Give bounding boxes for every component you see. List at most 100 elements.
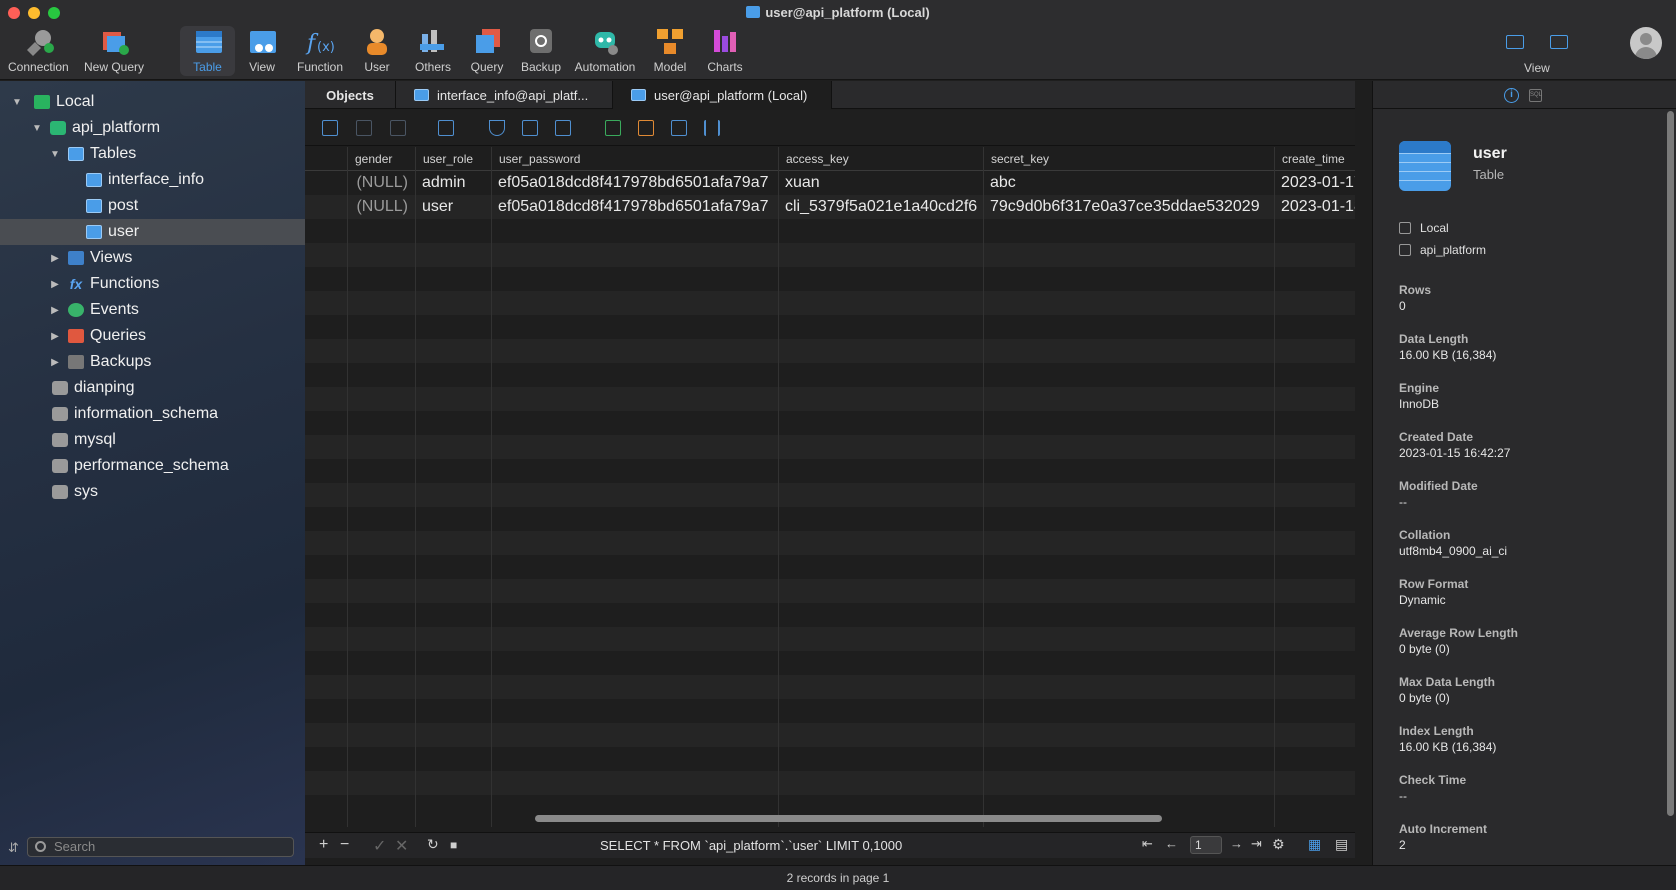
toolbar-charts-button[interactable]: Charts: [695, 26, 755, 76]
cell-user-role[interactable]: user: [415, 195, 491, 219]
toolbar-table-button[interactable]: Table: [180, 26, 235, 76]
table-row[interactable]: (NULL) admin ef05a018dcd8f417978bd6501af…: [305, 171, 1355, 195]
chevron-right-icon[interactable]: ▶: [50, 331, 60, 342]
tree-item-user[interactable]: user: [0, 219, 305, 245]
stop-icon[interactable]: ■: [450, 838, 457, 852]
column-header-gender[interactable]: gender: [347, 147, 415, 171]
column-header-user-role[interactable]: user_role: [415, 147, 491, 171]
refresh-icon[interactable]: ↻: [427, 836, 439, 853]
begin-transaction-icon[interactable]: [322, 120, 338, 136]
tree-item-dianping[interactable]: dianping: [0, 375, 305, 401]
tree-item-functions[interactable]: ▶ fx Functions: [0, 271, 305, 297]
sort-icon[interactable]: [522, 120, 538, 136]
tree-item-local[interactable]: ▼ Local: [0, 89, 305, 115]
chevron-right-icon[interactable]: ▶: [50, 305, 60, 316]
tree-item-tables[interactable]: ▼ Tables: [0, 141, 305, 167]
toolbar-backup-button[interactable]: Backup: [511, 26, 571, 76]
rollback-icon[interactable]: [390, 120, 406, 136]
toolbar-function-button[interactable]: f (x) Function: [290, 26, 350, 76]
chevron-right-icon[interactable]: ▶: [50, 279, 60, 290]
database-icon: [52, 433, 68, 447]
toolbar-user-button[interactable]: User: [347, 26, 407, 76]
info-connection: Local: [1399, 221, 1449, 235]
form-view-icon[interactable]: ▤: [1335, 836, 1348, 853]
tree-item-api-platform[interactable]: ▼ api_platform: [0, 115, 305, 141]
first-page-icon[interactable]: ⇤: [1142, 836, 1153, 852]
empty-grid-row: [305, 363, 1355, 387]
horizontal-scrollbar[interactable]: [535, 815, 1162, 822]
cell-gender[interactable]: (NULL): [347, 195, 415, 219]
prop-value: 0 byte (0): [1399, 642, 1450, 656]
toggle-left-pane-icon[interactable]: [1506, 35, 1524, 49]
tree-item-performance-schema[interactable]: performance_schema: [0, 453, 305, 479]
filter-icon[interactable]: [489, 120, 505, 136]
sidebar-search-input[interactable]: Search: [27, 837, 294, 857]
tree-item-information-schema[interactable]: information_schema: [0, 401, 305, 427]
sidebar-options-icon[interactable]: ⇵: [8, 840, 19, 856]
toolbar-automation-button[interactable]: Automation: [573, 26, 637, 76]
chevron-right-icon[interactable]: ▶: [50, 357, 60, 368]
text-view-icon[interactable]: [438, 120, 454, 136]
cell-user-password[interactable]: ef05a018dcd8f417978bd6501afa79a7: [491, 171, 778, 195]
tree-item-mysql[interactable]: mysql: [0, 427, 305, 453]
ddl-icon[interactable]: SQL: [1529, 89, 1542, 102]
column-header-secret-key[interactable]: secret_key: [983, 147, 1274, 171]
account-avatar[interactable]: [1630, 27, 1662, 59]
tree-item-sys[interactable]: sys: [0, 479, 305, 505]
column-header-user-password[interactable]: user_password: [491, 147, 778, 171]
discard-changes-button[interactable]: ✕: [395, 836, 408, 856]
tree-item-views[interactable]: ▶ Views: [0, 245, 305, 271]
last-page-icon[interactable]: ⇥: [1251, 836, 1262, 852]
tree-item-interface-info[interactable]: interface_info: [0, 167, 305, 193]
toggle-right-pane-icon[interactable]: [1550, 35, 1568, 49]
tab-user[interactable]: user@api_platform (Local): [613, 81, 832, 109]
cell-user-role[interactable]: admin: [415, 171, 491, 195]
table-row[interactable]: (NULL) user ef05a018dcd8f417978bd6501afa…: [305, 195, 1355, 219]
tree-item-post[interactable]: post: [0, 193, 305, 219]
next-page-icon[interactable]: →: [1230, 836, 1243, 851]
cell-user-password[interactable]: ef05a018dcd8f417978bd6501afa79a7: [491, 195, 778, 219]
toolbar-query-button[interactable]: Query: [457, 26, 517, 76]
column-header-create-time[interactable]: create_time: [1274, 147, 1355, 171]
cell-gender[interactable]: (NULL): [347, 171, 415, 195]
chevron-down-icon[interactable]: ▼: [50, 149, 60, 160]
settings-gear-icon[interactable]: ⚙: [1272, 836, 1285, 853]
chevron-down-icon[interactable]: ▼: [32, 123, 42, 134]
delete-record-button[interactable]: −: [340, 836, 349, 854]
toolbar-others-button[interactable]: Others: [403, 26, 463, 76]
chevron-right-icon[interactable]: ▶: [50, 253, 60, 264]
cell-secret-key[interactable]: 79c9d0b6f317e0a37ce35ddae532029: [983, 195, 1274, 219]
info-icon[interactable]: i: [1504, 88, 1519, 103]
prop-label: Auto Increment: [1399, 822, 1488, 836]
info-panel-scrollbar[interactable]: [1667, 111, 1674, 816]
add-record-button[interactable]: +: [319, 836, 328, 854]
previous-page-icon[interactable]: ←: [1165, 836, 1178, 851]
toolbar-view-button[interactable]: View: [232, 26, 292, 76]
toolbar-model-button[interactable]: Model: [640, 26, 700, 76]
tab-objects[interactable]: Objects: [305, 81, 396, 109]
cell-secret-key[interactable]: abc: [983, 171, 1274, 195]
cell-create-time[interactable]: 2023-01-17: [1274, 171, 1355, 195]
import-icon[interactable]: [605, 120, 621, 136]
cell-access-key[interactable]: cli_5379f5a021e1a40cd2f6: [778, 195, 983, 219]
chevron-down-icon[interactable]: ▼: [12, 97, 22, 108]
commit-icon[interactable]: [356, 120, 372, 136]
cell-create-time[interactable]: 2023-01-18: [1274, 195, 1355, 219]
export-icon[interactable]: [638, 120, 654, 136]
apply-changes-button[interactable]: ✓: [373, 836, 386, 856]
queries-icon: [68, 329, 84, 343]
cell-access-key[interactable]: xuan: [778, 171, 983, 195]
tab-interface-info[interactable]: interface_info@api_platf...: [396, 81, 613, 109]
columns-grid-icon[interactable]: [555, 120, 571, 136]
grid-view-icon[interactable]: ▦: [1308, 836, 1321, 853]
database-icon: [52, 407, 68, 421]
tree-item-backups[interactable]: ▶ Backups: [0, 349, 305, 375]
visualize-icon[interactable]: [704, 120, 720, 136]
tree-item-queries[interactable]: ▶ Queries: [0, 323, 305, 349]
column-header-access-key[interactable]: access_key: [778, 147, 983, 171]
toolbar-connection-button[interactable]: Connection: [8, 26, 69, 76]
data-generation-icon[interactable]: [671, 120, 687, 136]
page-number-input[interactable]: 1: [1190, 836, 1222, 854]
toolbar-new-query-button[interactable]: New Query: [82, 26, 146, 76]
tree-item-events[interactable]: ▶ Events: [0, 297, 305, 323]
